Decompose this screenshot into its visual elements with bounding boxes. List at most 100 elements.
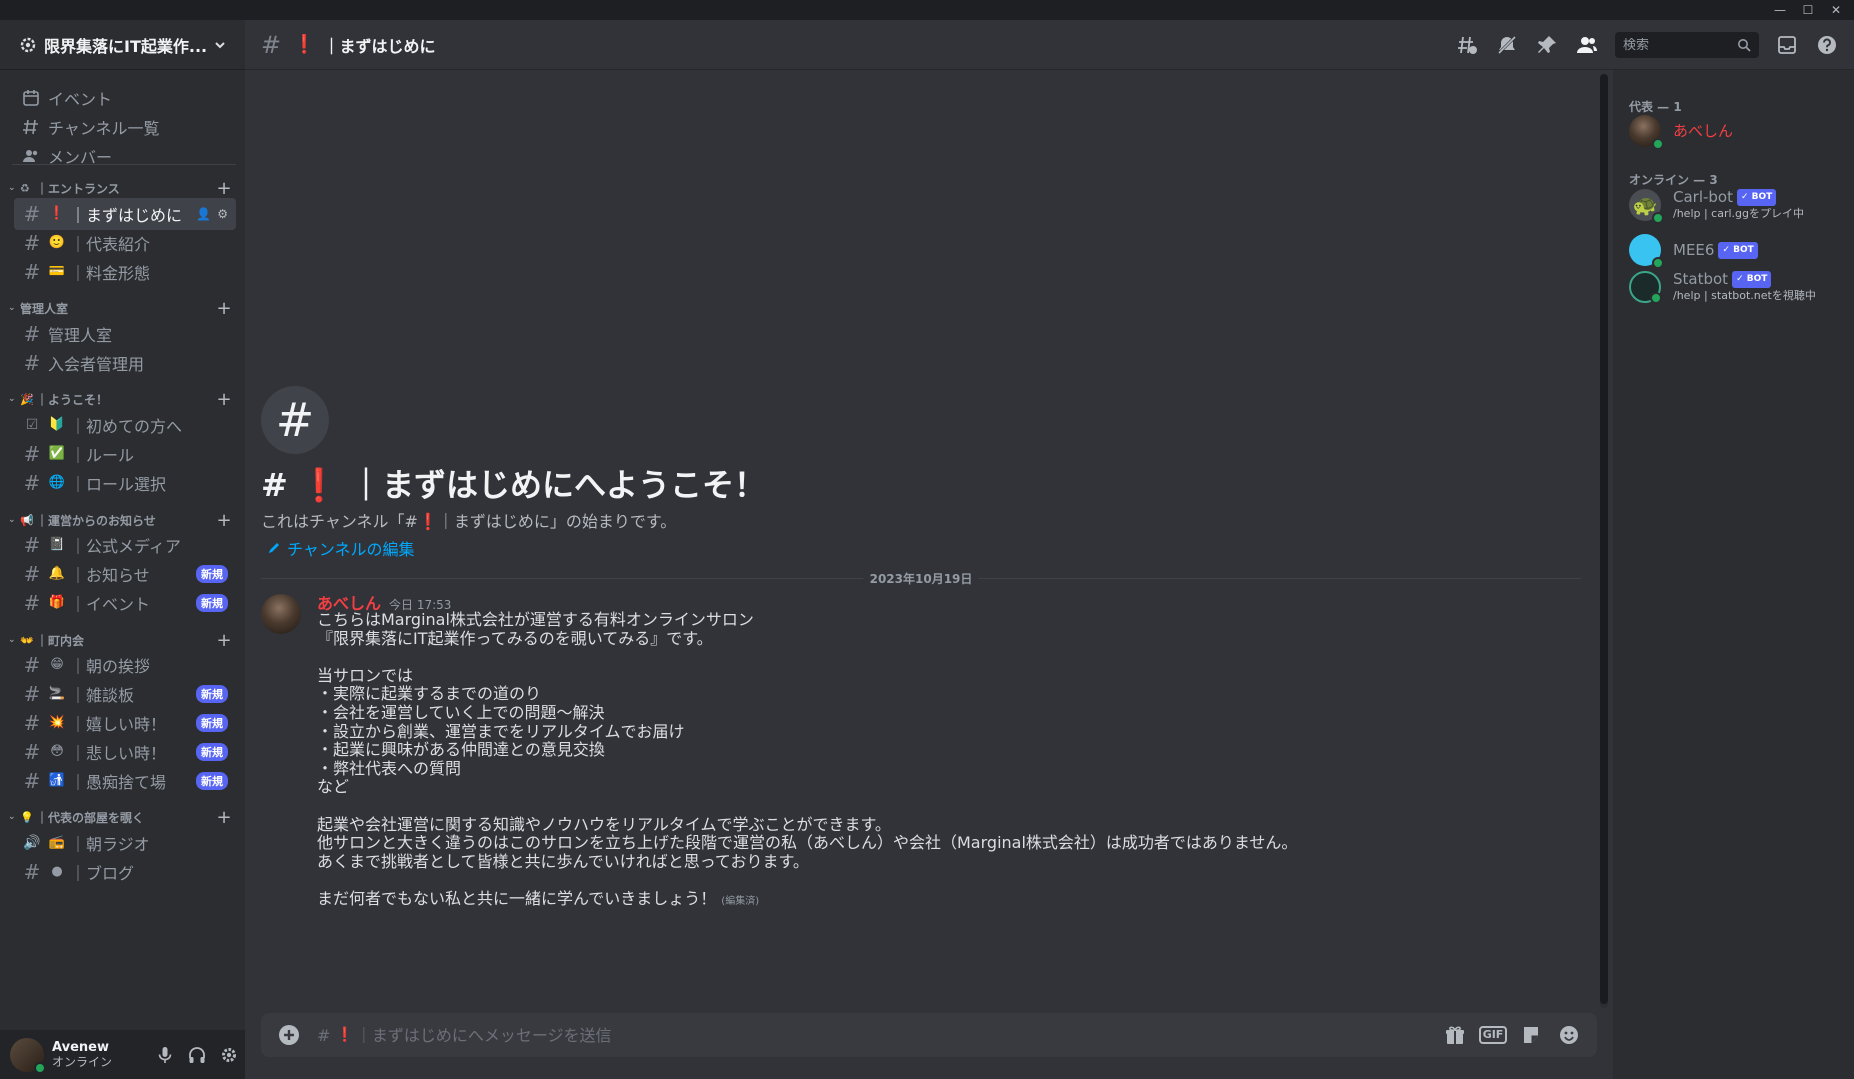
channel-item-admin-room[interactable]: # 管理人室 — [14, 318, 236, 350]
text-channel-icon: # — [23, 711, 41, 735]
channel-item-role-select[interactable]: # 🌐 ｜ロール選択 — [14, 467, 236, 499]
channel-item-happy-times[interactable]: # 💥 ｜嬉しい時！ 新規 — [14, 707, 236, 739]
turtle-avatar-icon: 🐢 — [1629, 189, 1664, 224]
mute-button[interactable] — [149, 1039, 181, 1071]
channel-item-getting-started[interactable]: # ❗ ｜まずはじめに 👤 ⚙ — [14, 198, 236, 230]
channel-item-pricing[interactable]: # 💳 ｜料金形態 — [14, 256, 236, 288]
server-header[interactable]: 限界集落にIT起業作... — [0, 20, 245, 70]
scrollbar-thumb[interactable] — [1600, 74, 1608, 1004]
gift-button[interactable] — [1443, 1023, 1467, 1047]
channel-item-chat-board[interactable]: # 🚬 ｜雑談板 新規 — [14, 678, 236, 710]
chat-scrollbar[interactable] — [1600, 74, 1608, 1008]
category-name: ｜町内会 — [36, 633, 85, 648]
inbox-icon — [1778, 36, 1796, 54]
category-founder-room[interactable]: ⌄ 💡 ｜代表の部屋を覗く + — [8, 807, 236, 828]
invite-user-icon[interactable]: 👤 — [196, 207, 211, 221]
server-name: 限界集落にIT起業作... — [44, 36, 208, 56]
search-icon — [1738, 39, 1751, 52]
channel-hash-icon: # — [261, 386, 329, 454]
create-channel-plus-icon[interactable]: + — [216, 389, 232, 410]
add-attachment-icon[interactable] — [277, 1023, 301, 1047]
channel-item-founder-intro[interactable]: # 🙂 ｜代表紹介 — [14, 227, 236, 259]
user-settings-button[interactable] — [213, 1039, 245, 1071]
search-input[interactable] — [1623, 37, 1737, 53]
message-input[interactable] — [355, 1025, 1429, 1045]
channel-item-morning-radio[interactable]: 🔊 📻 ｜朝ラジオ — [14, 827, 236, 859]
nav-browse-channels[interactable]: チャンネル一覧 — [14, 111, 236, 143]
category-community[interactable]: ⌄ 👐 ｜町内会 + — [8, 630, 236, 651]
composer-emoji: ❗ — [336, 1027, 354, 1043]
member-name-row: MEE6 ✓ BOT — [1673, 241, 1758, 259]
new-badge: 新規 — [196, 565, 228, 583]
avatar[interactable] — [261, 594, 301, 634]
threads-button[interactable] — [1454, 32, 1480, 58]
pinned-messages-button[interactable] — [1534, 32, 1560, 58]
text-channel-icon: # — [23, 231, 41, 255]
member-info: Statbot ✓ BOT /help | statbot.netを視聴中 — [1673, 271, 1816, 303]
inbox-button[interactable] — [1774, 32, 1800, 58]
member-list-toggle[interactable] — [1574, 32, 1600, 58]
nav-members[interactable]: メンバー — [14, 140, 236, 172]
text-channel-icon: # — [23, 533, 41, 557]
bot-badge: ✓ BOT — [1737, 189, 1777, 206]
create-channel-plus-icon[interactable]: + — [216, 807, 232, 828]
channel-item-official-media[interactable]: # 📓 ｜公式メディア — [14, 529, 236, 561]
member-item-carl-bot[interactable]: 🐢 Carl-bot ✓ BOT /help | carl.ggをプレイ中 — [1629, 184, 1845, 226]
new-badge: 新規 — [196, 685, 228, 703]
create-channel-plus-icon[interactable]: + — [216, 178, 232, 199]
help-button[interactable] — [1814, 32, 1840, 58]
category-entrance[interactable]: ⌄ ♻ ｜エントランス + — [8, 178, 236, 199]
statbot-avatar-icon — [1629, 271, 1662, 304]
notification-settings-button[interactable] — [1494, 32, 1520, 58]
member-item-abeshin[interactable]: あべしん — [1629, 110, 1845, 152]
member-item-mee6[interactable]: MEE6 ✓ BOT — [1629, 229, 1845, 271]
channel-item-rules[interactable]: # ✅ ｜ルール — [14, 438, 236, 470]
gif-button[interactable]: GIF — [1478, 1023, 1508, 1047]
member-name-row: Carl-bot ✓ BOT — [1673, 189, 1804, 206]
channel-item-member-admin[interactable]: # 入会者管理用 — [14, 347, 236, 379]
gift-icon — [1446, 1026, 1464, 1044]
emoji-button[interactable] — [1557, 1023, 1581, 1047]
welcome-sub-suffix: ｜まずはじめに」の始まりです。 — [437, 512, 677, 531]
channel-item-first-timers[interactable]: ☑ 🔰 ｜初めての方へ — [14, 409, 236, 441]
member-item-statbot[interactable]: Statbot ✓ BOT /help | statbot.netを視聴中 — [1629, 266, 1845, 308]
maximize-button[interactable]: ☐ — [1800, 2, 1816, 18]
gear-icon[interactable]: ⚙ — [217, 207, 228, 221]
channel-item-vent[interactable]: # 🚮 ｜愚痴捨て場 新規 — [14, 765, 236, 797]
channel-item-news[interactable]: # 🔔 ｜お知らせ 新規 — [14, 558, 236, 590]
channel-item-morning-greeting[interactable]: # 😁 ｜朝の挨拶 — [14, 649, 236, 681]
create-channel-plus-icon[interactable]: + — [216, 630, 232, 651]
minimize-button[interactable]: — — [1772, 2, 1788, 18]
deafen-button[interactable] — [181, 1039, 213, 1071]
create-channel-plus-icon[interactable]: + — [216, 510, 232, 531]
channel-item-sad-times[interactable]: # 😳 ｜悲しい時！ 新規 — [14, 736, 236, 768]
channel-name: ｜ブログ — [70, 864, 135, 883]
channel-item-blog[interactable]: # ● ｜ブログ — [14, 856, 236, 888]
category-emoji: 🎉 — [20, 392, 34, 406]
category-announcements[interactable]: ⌄ 📢 ｜運営からのお知らせ + — [8, 510, 236, 531]
text-channel-icon: # — [261, 30, 282, 59]
category-emoji: 👐 — [20, 633, 34, 647]
chevron-down-icon — [215, 41, 225, 48]
channel-item-events[interactable]: # 🎁 ｜イベント 新規 — [14, 587, 236, 619]
sticker-button[interactable] — [1519, 1023, 1543, 1047]
nav-events[interactable]: イベント — [14, 82, 236, 114]
close-window-button[interactable]: ✕ — [1828, 2, 1844, 18]
channel-emoji: 🔔 — [48, 566, 66, 581]
category-admin-room[interactable]: ⌄ 管理人室 + — [8, 298, 236, 319]
user-names[interactable]: Avenew オンライン — [52, 1040, 149, 1069]
search-box[interactable] — [1615, 32, 1759, 58]
channel-name: ｜嬉しい時！ — [70, 715, 167, 734]
gear-icon — [222, 1047, 236, 1062]
edited-label: (編集済) — [721, 895, 760, 907]
online-status-dot — [1650, 292, 1662, 304]
category-welcome[interactable]: ⌄ 🎉 ｜ようこそ！ + — [8, 389, 236, 410]
avatar[interactable] — [10, 1037, 46, 1074]
channel-emoji: 📓 — [48, 537, 66, 552]
edit-channel-link[interactable]: チャンネルの編集 — [267, 536, 415, 560]
emoji-icon — [1560, 1026, 1578, 1044]
create-channel-plus-icon[interactable]: + — [216, 298, 232, 319]
user-status: オンライン — [52, 1054, 113, 1069]
channel-name: ｜ロール選択 — [70, 475, 167, 494]
category-name: 管理人室 — [20, 301, 69, 316]
